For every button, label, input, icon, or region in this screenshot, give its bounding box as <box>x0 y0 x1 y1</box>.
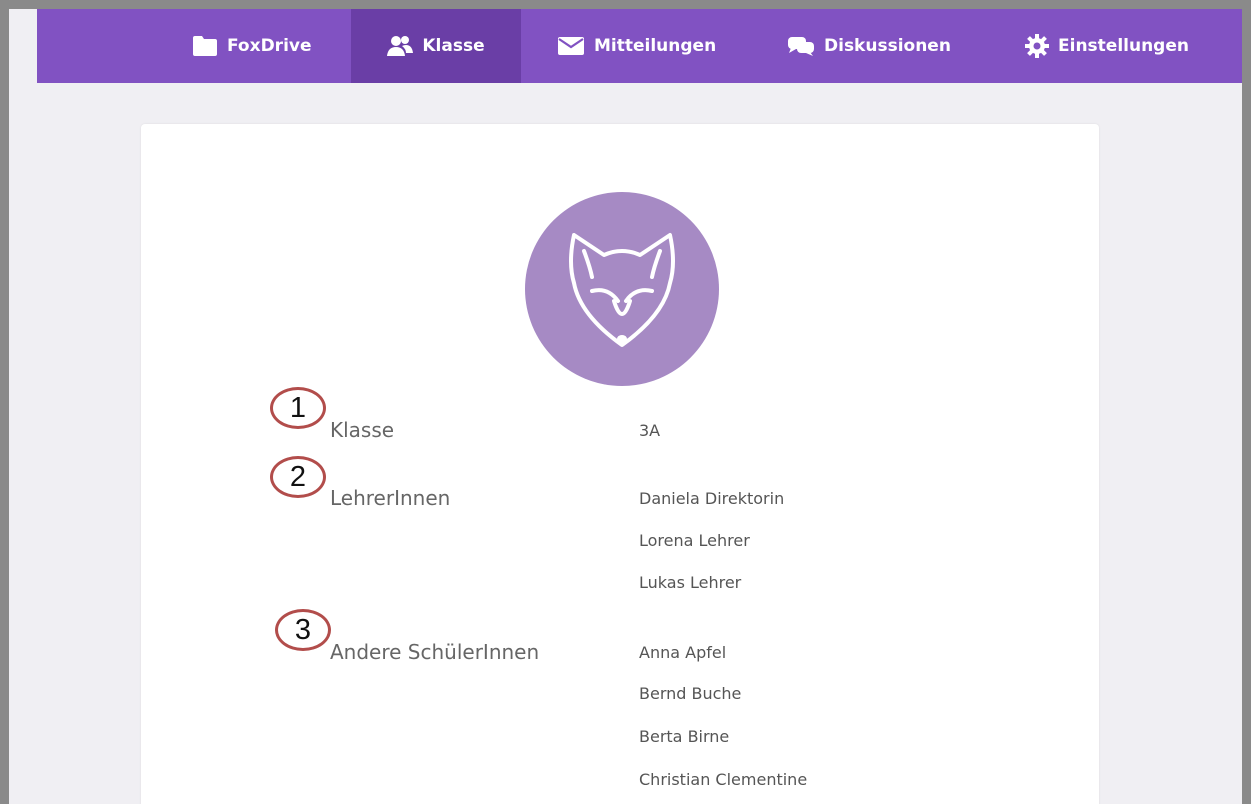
gear-icon <box>1025 34 1049 58</box>
class-info-card: Klasse 3A LehrerInnen Daniela Direktorin… <box>141 124 1099 804</box>
nav-label-mitteilungen: Mitteilungen <box>594 36 717 56</box>
student-item: Bernd Buche <box>639 684 742 703</box>
users-icon <box>387 35 414 57</box>
students-label: Andere SchülerInnen <box>330 640 540 664</box>
nav-item-klasse[interactable]: Klasse <box>351 9 521 83</box>
nav-label-foxdrive: FoxDrive <box>227 36 312 56</box>
student-item: Christian Clementine <box>639 770 808 789</box>
teacher-item: Lorena Lehrer <box>639 531 750 550</box>
envelope-icon <box>557 36 585 56</box>
nav-item-mitteilungen[interactable]: Mitteilungen <box>557 9 757 83</box>
folder-icon <box>192 35 218 57</box>
top-navbar: FoxDrive Klasse Mitteilungen Diskussione… <box>37 9 1242 83</box>
teacher-item: Lukas Lehrer <box>639 573 742 592</box>
nav-label-klasse: Klasse <box>422 36 485 56</box>
student-item: Berta Birne <box>639 727 730 746</box>
klasse-value: 3A <box>639 421 661 440</box>
teachers-label: LehrerInnen <box>330 486 451 510</box>
nav-item-diskussionen[interactable]: Diskussionen <box>787 9 977 83</box>
app-window: FoxDrive Klasse Mitteilungen Diskussione… <box>9 9 1242 804</box>
nav-label-diskussionen: Diskussionen <box>824 36 951 56</box>
annotation-badge-2: 2 <box>270 456 326 498</box>
nav-item-foxdrive[interactable]: FoxDrive <box>192 9 312 83</box>
klasse-label: Klasse <box>330 418 395 442</box>
fox-icon <box>562 227 682 354</box>
nav-item-einstellungen[interactable]: Einstellungen <box>1025 9 1215 83</box>
teacher-item: Daniela Direktorin <box>639 489 785 508</box>
annotation-badge-1: 1 <box>270 387 326 429</box>
class-avatar <box>525 192 719 386</box>
chat-bubbles-icon <box>787 35 815 57</box>
annotation-badge-3: 3 <box>275 609 331 651</box>
nav-label-einstellungen: Einstellungen <box>1058 36 1189 56</box>
student-item: Anna Apfel <box>639 643 727 662</box>
